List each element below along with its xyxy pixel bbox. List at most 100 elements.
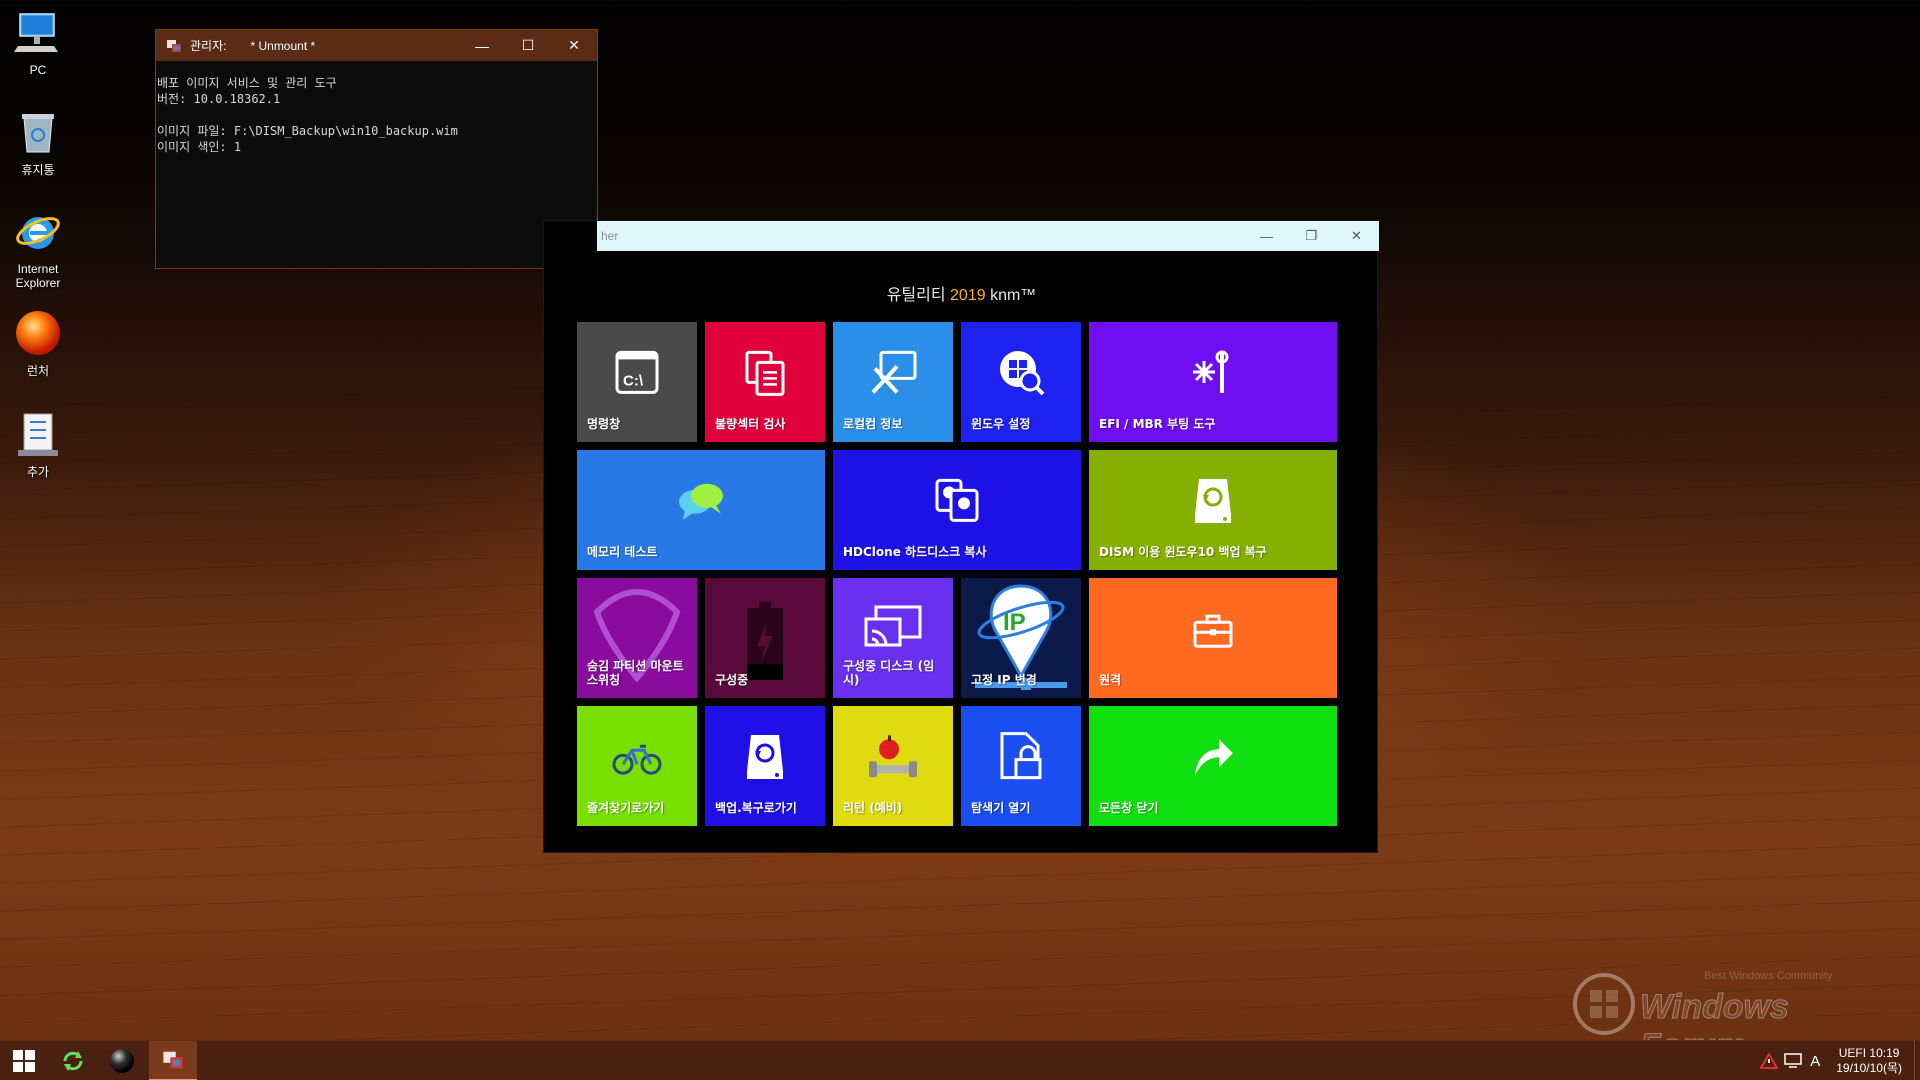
launcher-orb-icon — [16, 311, 60, 355]
fitness-icon — [869, 735, 917, 778]
desktop-icon-label: 휴지통 — [21, 163, 55, 177]
tile-go-favorites[interactable]: 즐겨찾기로가기 — [577, 706, 697, 826]
taskbar: A UEFI 10:19 19/10/10(목) — [0, 1040, 1920, 1080]
disk-clone-icon — [935, 478, 979, 522]
tile-configuring[interactable]: 구성중 — [705, 578, 825, 698]
tile-label: 명령창 — [587, 417, 621, 431]
windows-forum-watermark: Best Windows Community Windows Forum — [1572, 970, 1892, 1066]
tile-label: DISM 이용 윈도우10 백업 복구 — [1099, 545, 1267, 559]
desktop-icon-pc[interactable]: PC — [6, 8, 70, 77]
restore-drive-icon — [747, 735, 783, 779]
clock-date: 19/10/10(목) — [1836, 1061, 1902, 1075]
heading-year: 2019 — [950, 287, 986, 304]
windows-forum-logo-icon — [1573, 973, 1635, 1035]
tile-return-spare[interactable]: 리턴 (예비) — [833, 706, 953, 826]
clock-time: UEFI 10:19 — [1838, 1046, 1900, 1060]
tile-hdclone[interactable]: HDClone 하드디스크 복사 — [833, 450, 1081, 570]
console-window[interactable]: 관리자: * Unmount * — ☐ ✕ 배포 이미지 서비스 및 관리 도… — [155, 29, 598, 269]
cmd-icon: C:\ — [615, 350, 659, 394]
refresh-icon — [63, 1051, 83, 1071]
tile-memory-test[interactable]: 메모리 테스트 — [577, 450, 825, 570]
bicycle-icon — [612, 744, 662, 775]
tile-local-info[interactable]: 로컬컴 정보 — [833, 322, 953, 442]
share-arrow-icon — [1195, 739, 1233, 776]
launcher-titlebar[interactable]: her — ❐ ✕ — [597, 221, 1379, 251]
tile-windows-settings[interactable]: 윈도우 설정 — [961, 322, 1081, 442]
tile-label: 모든창 닫기 — [1099, 801, 1159, 815]
minimize-button[interactable]: — — [1244, 221, 1289, 251]
checklist-icon — [18, 413, 58, 456]
dism-app-icon — [167, 39, 181, 52]
lock-file-icon — [1000, 732, 1042, 780]
show-desktop-button[interactable] — [1914, 1041, 1920, 1080]
taskbar-orb-app[interactable] — [98, 1041, 146, 1080]
desktop-icon-label: Internet Explorer — [15, 262, 61, 290]
system-tray: A UEFI 10:19 19/10/10(목) — [1760, 1041, 1920, 1080]
tile-close-all-windows[interactable]: 모든창 닫기 — [1089, 706, 1337, 826]
tile-remote[interactable]: 원격 — [1089, 578, 1337, 698]
tile-dism-backup-restore[interactable]: DISM 이용 윈도우10 백업 복구 — [1089, 450, 1337, 570]
backup-drive-icon — [1195, 479, 1231, 523]
recycle-bin-icon — [22, 114, 54, 153]
input-language-indicator[interactable]: A — [1810, 1053, 1820, 1070]
close-button[interactable]: ✕ — [551, 30, 597, 61]
tile-label: 원격 — [1099, 673, 1122, 687]
heading-suffix: knm™ — [990, 287, 1037, 304]
desktop-icon-label: PC — [29, 63, 47, 77]
console-output[interactable]: 배포 이미지 서비스 및 관리 도구 버전: 10.0.18362.1 이미지 파일… — [156, 61, 597, 169]
taskbar-dism-console[interactable] — [149, 1041, 197, 1080]
tile-label: 숨김 파티션 마운트 스위칭 — [587, 659, 684, 687]
battery-icon — [747, 602, 783, 680]
console-line: 이미지 파일: F:\DISM_Backup\win10_backup.wim — [157, 124, 458, 138]
minimize-button[interactable]: — — [459, 30, 505, 61]
clock[interactable]: UEFI 10:19 19/10/10(목) — [1836, 1046, 1902, 1076]
tile-open-explorer[interactable]: 탐색기 열기 — [961, 706, 1081, 826]
wrench-icon — [1193, 350, 1229, 393]
launcher-title: her — [601, 229, 619, 243]
tile-label: 구성중 디스크 (임시) — [843, 659, 935, 687]
display-icon[interactable] — [1784, 1053, 1802, 1069]
taskbar-refresh-app[interactable] — [49, 1041, 97, 1080]
console-title-prefix: 관리자: — [190, 39, 227, 53]
tile-bad-sector-check[interactable]: 불량섹터 검사 — [705, 322, 825, 442]
tile-static-ip-change[interactable]: IP 고정 IP 변경 — [961, 578, 1081, 698]
launcher-window[interactable]: her — ❐ ✕ 유틸리티 2019 knm™ C:\ 명령창 불량섹터 검사… — [543, 220, 1379, 853]
console-line: 이미지 색인: 1 — [157, 140, 242, 154]
dism-app-icon — [163, 1051, 183, 1069]
tile-label: 윈도우 설정 — [971, 417, 1031, 431]
maximize-button[interactable]: ☐ — [505, 30, 551, 61]
desktop-icon-recycle-bin[interactable]: 휴지통 — [6, 108, 70, 177]
tile-label: 고정 IP 변경 — [971, 673, 1037, 687]
tile-hidden-partition-mount[interactable]: 숨김 파티션 마운트 스위칭 — [577, 578, 697, 698]
documents-icon — [745, 350, 785, 396]
restore-button[interactable]: ❐ — [1289, 221, 1334, 251]
tile-label: 탐색기 열기 — [971, 801, 1031, 815]
tile-go-backup-restore[interactable]: 백업.복구로가기 — [705, 706, 825, 826]
console-line: 버전: 10.0.18362.1 — [157, 92, 281, 106]
ie-icon — [16, 217, 60, 249]
heading-text: 유틸리티 — [886, 287, 946, 304]
briefcase-icon — [1193, 614, 1233, 648]
windows-search-icon — [1000, 351, 1045, 396]
black-orb-icon — [110, 1049, 134, 1073]
desktop-icon-launcher[interactable]: 런처 — [6, 309, 70, 378]
desktop-icon-internet-explorer[interactable]: Internet Explorer — [6, 207, 70, 290]
tile-label: 로컬컴 정보 — [843, 417, 903, 431]
tile-label: 구성중 — [715, 673, 749, 687]
svg-text:C:\: C:\ — [623, 372, 644, 389]
tile-command-prompt[interactable]: C:\ 명령창 — [577, 322, 697, 442]
tools-icon — [871, 350, 917, 394]
network-warning-icon[interactable] — [1760, 1053, 1779, 1069]
close-button[interactable]: ✕ — [1334, 221, 1379, 251]
tile-label: 백업.복구로가기 — [715, 801, 797, 815]
tile-label: 불량섹터 검사 — [715, 417, 786, 431]
desktop-icon-add[interactable]: 추가 — [6, 410, 70, 479]
tile-label: EFI / MBR 부팅 도구 — [1099, 417, 1216, 431]
svg-text:IP: IP — [1003, 609, 1026, 636]
console-titlebar[interactable]: 관리자: * Unmount * — ☐ ✕ — [156, 30, 597, 61]
tile-efi-mbr-boot-tool[interactable]: EFI / MBR 부팅 도구 — [1089, 322, 1337, 442]
start-button[interactable] — [0, 1041, 48, 1080]
tile-label: 즐겨찾기로가기 — [587, 801, 665, 815]
tile-configuring-disk-temp[interactable]: 구성중 디스크 (임시) — [833, 578, 953, 698]
